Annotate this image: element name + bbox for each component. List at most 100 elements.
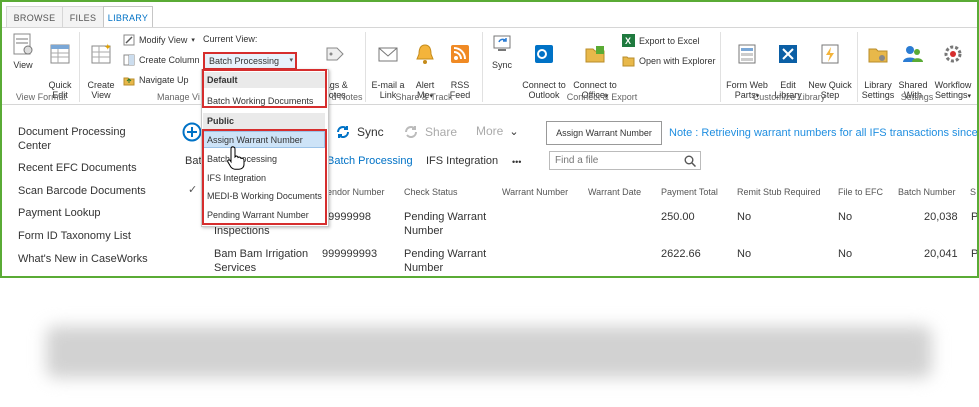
tab-files[interactable]: FILES — [62, 6, 104, 28]
group-manage-views: Manage Vi — [157, 92, 200, 102]
nav-whats-new-caseworks[interactable]: What's New in CaseWorks — [18, 252, 148, 266]
share-command-label: Share — [425, 125, 458, 139]
col-file-to-efc[interactable]: File to EFC — [838, 187, 883, 197]
group-customize-library: Customize Library — [752, 92, 826, 102]
modify-view-icon — [123, 34, 135, 46]
people-icon — [903, 46, 923, 62]
col-warrant-number[interactable]: Warrant Number — [502, 187, 568, 197]
row1-payment-total: 250.00 — [661, 211, 695, 223]
group-connect-export: Connect & Export — [566, 92, 638, 102]
tag-icon — [326, 47, 344, 61]
highlight-default-section — [202, 69, 327, 108]
row2-check-status: Pending Warrant Number — [404, 248, 487, 274]
row2-vendor-name[interactable]: Bam Bam Irrigation Services — [214, 247, 308, 275]
export-excel-label: Export to Excel — [639, 35, 700, 46]
nav-document-processing-center[interactable]: Document Processing Center — [18, 125, 126, 153]
nav-scan-barcode-documents[interactable]: Scan Barcode Documents — [18, 184, 146, 198]
group-settings: Settings — [900, 92, 934, 102]
export-excel-button[interactable]: X Export to Excel — [622, 34, 700, 47]
create-column-icon — [123, 54, 135, 66]
view-label: View — [13, 60, 33, 70]
view-icon — [13, 33, 33, 55]
col-s[interactable]: S — [970, 187, 976, 197]
checkmark-icon: ✓ — [188, 184, 198, 196]
form-web-parts-icon — [738, 44, 756, 64]
col-check-status[interactable]: Check Status — [404, 187, 458, 197]
library-settings-button[interactable]: Library Settings — [860, 32, 896, 100]
drop-shadow — [46, 326, 932, 378]
rss-icon — [451, 45, 469, 63]
ribbon-tab-bar: BROWSE FILES LIBRARY — [2, 2, 977, 29]
row1-file-efc: No — [838, 211, 853, 223]
current-view-select[interactable]: Batch Processing ▾ — [203, 52, 297, 70]
modify-view-button[interactable]: Modify View ▾ — [123, 34, 195, 46]
nav-recent-efc-documents[interactable]: Recent EFC Documents — [18, 161, 137, 175]
open-explorer-button[interactable]: Open with Explorer — [622, 54, 716, 67]
current-view-label: Current View: — [203, 34, 258, 44]
more-command[interactable]: More ⌄ — [476, 124, 519, 138]
hand-cursor-icon — [227, 146, 245, 170]
col-batch-number[interactable]: Batch Number — [898, 187, 956, 197]
navigate-up-button[interactable]: Navigate Up — [123, 74, 189, 86]
info-note: Note : Retrieving warrant numbers for al… — [669, 127, 979, 139]
row2-file-efc: No — [838, 248, 853, 260]
excel-icon: X — [622, 34, 635, 47]
find-file-placeholder: Find a file — [555, 155, 599, 166]
sync-ribbon-button[interactable]: Sync — [487, 32, 517, 70]
outlook-icon — [535, 45, 553, 63]
sync-label: Sync — [491, 60, 512, 70]
quick-edit-icon — [50, 44, 70, 64]
share-command[interactable]: Share — [403, 124, 457, 140]
assign-warrant-number-button[interactable]: Assign Warrant Number — [546, 121, 662, 145]
create-column-label: Create Column — [139, 55, 200, 65]
svg-text:✦: ✦ — [104, 42, 112, 52]
workflow-icon — [944, 45, 962, 63]
edit-library-icon — [779, 45, 797, 63]
sync-icon — [493, 35, 511, 51]
lightning-icon — [821, 44, 839, 64]
rss-feed-button[interactable]: RSS Feed — [445, 32, 475, 100]
nav-form-id-taxonomy-list[interactable]: Form ID Taxonomy List — [18, 229, 131, 243]
row2-batch-number: 20,041 — [924, 248, 958, 260]
open-explorer-label: Open with Explorer — [639, 55, 716, 66]
edit-library-button[interactable]: Edit Library — [773, 32, 803, 100]
row1-check-status: Pending Warrant Number — [404, 211, 487, 237]
more-views-ellipsis[interactable]: ••• — [512, 157, 521, 167]
chevron-down-icon: ▾ — [191, 37, 195, 44]
col-vendor-number[interactable]: endor Number — [327, 187, 385, 197]
row1-s: P — [971, 211, 979, 223]
sync-command-label: Sync — [357, 125, 384, 139]
nav-payment-lookup[interactable]: Payment Lookup — [18, 206, 101, 220]
col-payment-total[interactable]: Payment Total — [661, 187, 718, 197]
col-warrant-date[interactable]: Warrant Date — [588, 187, 641, 197]
group-separator — [720, 32, 721, 102]
sync-command[interactable]: Sync — [335, 124, 384, 140]
connect-outlook-button[interactable]: Connect to Outlook — [520, 32, 568, 100]
chevron-down-icon: ▾ — [289, 57, 293, 64]
group-share-track: Share & Track — [395, 92, 453, 102]
quick-edit-button[interactable]: Quick Edit — [44, 32, 76, 100]
row1-batch-number: 20,038 — [924, 211, 958, 223]
email-link-button[interactable]: E-mail a Link — [369, 32, 407, 100]
view-ifs-integration[interactable]: IFS Integration — [426, 155, 498, 167]
find-file-input[interactable]: Find a file — [549, 151, 701, 170]
create-view-button[interactable]: ✦ Create View — [85, 32, 117, 100]
create-view-icon: ✦ — [91, 42, 112, 64]
shared-with-button[interactable]: Shared With — [897, 32, 929, 100]
view-button[interactable]: View — [8, 32, 38, 70]
row2-payment-total: 2622.66 — [661, 248, 701, 260]
row2-vendor-number: 999999993 — [322, 248, 378, 260]
modify-view-label: Modify View — [139, 35, 188, 45]
navigate-up-label: Navigate Up — [139, 75, 189, 85]
create-column-button[interactable]: Create Column — [123, 54, 200, 66]
tab-browse[interactable]: BROWSE — [6, 6, 63, 28]
office-icon — [585, 46, 605, 63]
view-batch-processing[interactable]: Batch Processing — [327, 155, 413, 167]
new-quick-step-button[interactable]: New Quick Step — [806, 32, 854, 100]
new-document-plus-icon[interactable] — [182, 122, 202, 142]
search-icon — [684, 155, 696, 167]
create-view-label: Create View — [87, 80, 115, 100]
col-remit-stub-required[interactable]: Remit Stub Required — [737, 187, 821, 197]
tab-library[interactable]: LIBRARY — [103, 6, 153, 29]
share-icon — [405, 126, 417, 138]
